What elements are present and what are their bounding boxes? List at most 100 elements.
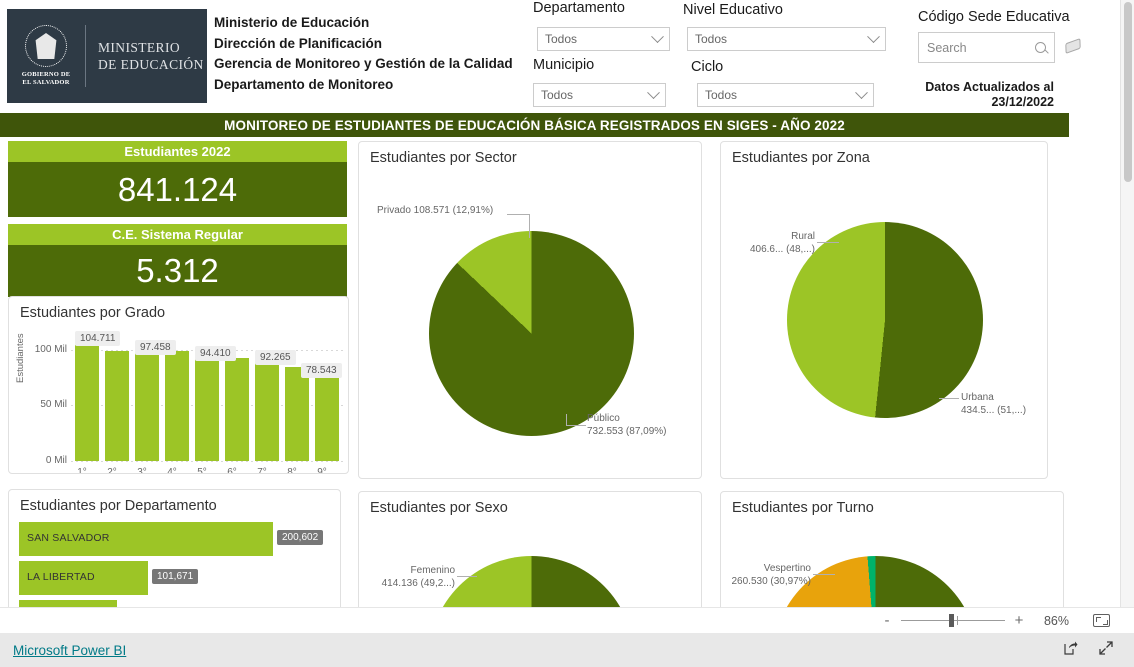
data-label-grado-9: 78.543	[301, 363, 342, 378]
slicer-departamento-value: Todos	[545, 32, 578, 46]
leader-line-rural	[817, 242, 839, 243]
chart-estudiantes-por-departamento[interactable]: Estudiantes por Departamento SAN SALVADO…	[8, 489, 341, 612]
leader-line-vespertino	[813, 574, 835, 575]
chart-estudiantes-por-sector[interactable]: Estudiantes por Sector Privado 108.571 (…	[358, 141, 702, 479]
chart-estudiantes-por-zona[interactable]: Estudiantes por Zona Rural 406.6... (48,…	[720, 141, 1048, 479]
data-updated-line-1: Datos Actualizados al	[925, 80, 1054, 94]
dept-name-san-salvador: SAN SALVADOR	[27, 532, 110, 544]
chevron-down-icon	[651, 29, 664, 43]
pie-label-zona-rural: Rural 406.6... (48,...)	[735, 230, 815, 256]
y-tick-0: 0 Mil	[45, 455, 67, 466]
zoom-out-button[interactable]: -	[881, 613, 893, 628]
chart-title-sector: Estudiantes por Sector	[370, 150, 517, 166]
x-tick-grado-1: 1°	[77, 467, 87, 474]
status-bar: - + 86%	[0, 607, 1134, 633]
fit-to-screen-icon[interactable]	[1093, 614, 1110, 627]
chart-title-turno: Estudiantes por Turno	[732, 500, 874, 516]
zoom-control[interactable]: - + 86%	[881, 613, 1110, 628]
data-label-grado-3: 97.458	[135, 340, 176, 355]
x-tick-grado-5: 5°	[197, 467, 207, 474]
pie-label-zona-urbana-value: 434.5... (51,...)	[961, 405, 1027, 416]
slicer-departamento[interactable]: Todos	[537, 27, 670, 51]
bar-grado-2[interactable]	[105, 351, 129, 461]
pie-sector[interactable]	[429, 231, 634, 436]
bar-grado-5[interactable]	[195, 356, 219, 461]
chart-estudiantes-por-grado[interactable]: Estudiantes por Grado Estudiantes 0 Mil …	[8, 296, 349, 474]
slicer-ciclo[interactable]: Todos	[697, 83, 874, 107]
fullscreen-icon[interactable]	[1098, 640, 1114, 661]
leader-line-publico	[566, 425, 586, 426]
data-label-grado-7: 92.265	[255, 350, 296, 365]
table-row[interactable]: SAN SALVADOR 200,602	[19, 522, 329, 556]
chart-title-departamento: Estudiantes por Departamento	[20, 498, 217, 514]
dept-value-la-libertad: 101,671	[152, 569, 199, 584]
bar-grado-3[interactable]	[135, 352, 159, 461]
dept-name-la-libertad: LA LIBERTAD	[27, 571, 95, 583]
pie-label-turno-vespertino-name: Vespertino	[763, 563, 811, 574]
zoom-slider-thumb[interactable]	[949, 614, 954, 627]
kpi-card-estudiantes-2022[interactable]: Estudiantes 2022 841.124	[8, 141, 347, 217]
slicer-nivel-educativo[interactable]: Todos	[687, 27, 886, 51]
pie-label-sexo-femenino-name: Femenino	[410, 565, 455, 576]
kpi-card-ce-sistema-regular[interactable]: C.E. Sistema Regular 5.312	[8, 224, 347, 297]
share-icon[interactable]	[1062, 640, 1078, 661]
x-tick-grado-2: 2°	[107, 467, 117, 474]
kpi-value-estudiantes-2022: 841.124	[8, 162, 347, 217]
bar-grado-8[interactable]	[285, 367, 309, 461]
kpi-title-ce-sistema-regular: C.E. Sistema Regular	[8, 224, 347, 245]
chart-estudiantes-por-sexo[interactable]: Estudiantes por Sexo Femenino 414.136 (4…	[358, 491, 702, 612]
slicer-municipio-value: Todos	[541, 88, 574, 102]
eraser-icon[interactable]	[1065, 38, 1081, 54]
logo-wordmark-line-2: DE EDUCACIÓN	[98, 57, 204, 72]
leader-line-femenino	[457, 576, 477, 577]
zoom-slider-tick	[957, 616, 958, 625]
slicer-municipio[interactable]: Todos	[533, 83, 666, 107]
kpi-title-estudiantes-2022: Estudiantes 2022	[8, 141, 347, 162]
footer-bar: Microsoft Power BI	[0, 633, 1134, 667]
data-updated-line-2: 23/12/2022	[991, 95, 1054, 109]
codigo-sede-search-input[interactable]: Search	[918, 32, 1055, 63]
data-updated-note: Datos Actualizados al 23/12/2022	[884, 80, 1054, 110]
x-tick-grado-9: 9°	[317, 467, 327, 474]
chart-estudiantes-por-turno[interactable]: Estudiantes por Turno Vespertino 260.530…	[720, 491, 1064, 612]
slicer-label-departamento: Departamento	[533, 0, 625, 16]
zoom-in-button[interactable]: +	[1013, 613, 1025, 628]
pie-label-sector-publico-name: Público	[587, 413, 620, 424]
pie-label-sector-publico: Público 732.553 (87,09%)	[587, 412, 667, 438]
pie-label-turno-vespertino-value: 260.530 (30,97%)	[731, 576, 811, 587]
crest-line-2: EL SALVADOR	[22, 79, 70, 86]
x-tick-grado-7: 7°	[257, 467, 267, 474]
dept-value-san-salvador: 200,602	[277, 530, 324, 545]
national-crest-icon: GOBIERNO DE EL SALVADOR	[7, 25, 85, 87]
bar-grado-1[interactable]	[75, 345, 99, 461]
table-row[interactable]: LA LIBERTAD 101,671	[19, 561, 329, 595]
chevron-down-icon	[647, 85, 660, 99]
slicer-label-nivel-educativo: Nivel Educativo	[683, 2, 783, 18]
zoom-slider[interactable]	[901, 614, 1005, 627]
scrollbar-thumb[interactable]	[1124, 2, 1132, 182]
bar-grado-6[interactable]	[225, 358, 249, 461]
power-bi-brand-link[interactable]: Microsoft Power BI	[13, 643, 126, 658]
header-title-4: Departamento de Monitoreo	[214, 76, 394, 92]
leader-line-urbana	[939, 398, 959, 399]
header-title-3: Gerencia de Monitoreo y Gestión de la Ca…	[214, 56, 513, 71]
slicer-label-ciclo: Ciclo	[691, 59, 724, 75]
search-icon	[1035, 42, 1046, 53]
data-label-grado-5: 94.410	[195, 346, 236, 361]
chevron-down-icon	[855, 85, 868, 99]
pie-zona[interactable]	[787, 222, 983, 418]
header-title-2: Dirección de Planificación	[214, 35, 383, 51]
slicer-ciclo-value: Todos	[705, 88, 738, 102]
logo-wordmark-line-1: MINISTERIO	[98, 40, 180, 55]
pie-label-sector-publico-value: 732.553 (87,09%)	[587, 426, 667, 437]
vertical-scrollbar[interactable]	[1120, 0, 1134, 612]
ministry-logo: GOBIERNO DE EL SALVADOR MINISTERIO DE ED…	[7, 9, 207, 103]
pie-sexo[interactable]	[429, 556, 634, 611]
gridline-0	[71, 461, 343, 462]
bar-grado-4[interactable]	[165, 351, 189, 461]
bar-grado-7[interactable]	[255, 359, 279, 461]
bar-grado-9[interactable]	[315, 374, 339, 461]
x-tick-grado-4: 4°	[167, 467, 177, 474]
leader-line-privado-v	[529, 214, 530, 238]
pie-label-zona-urbana: Urbana 434.5... (51,...)	[961, 391, 1026, 417]
